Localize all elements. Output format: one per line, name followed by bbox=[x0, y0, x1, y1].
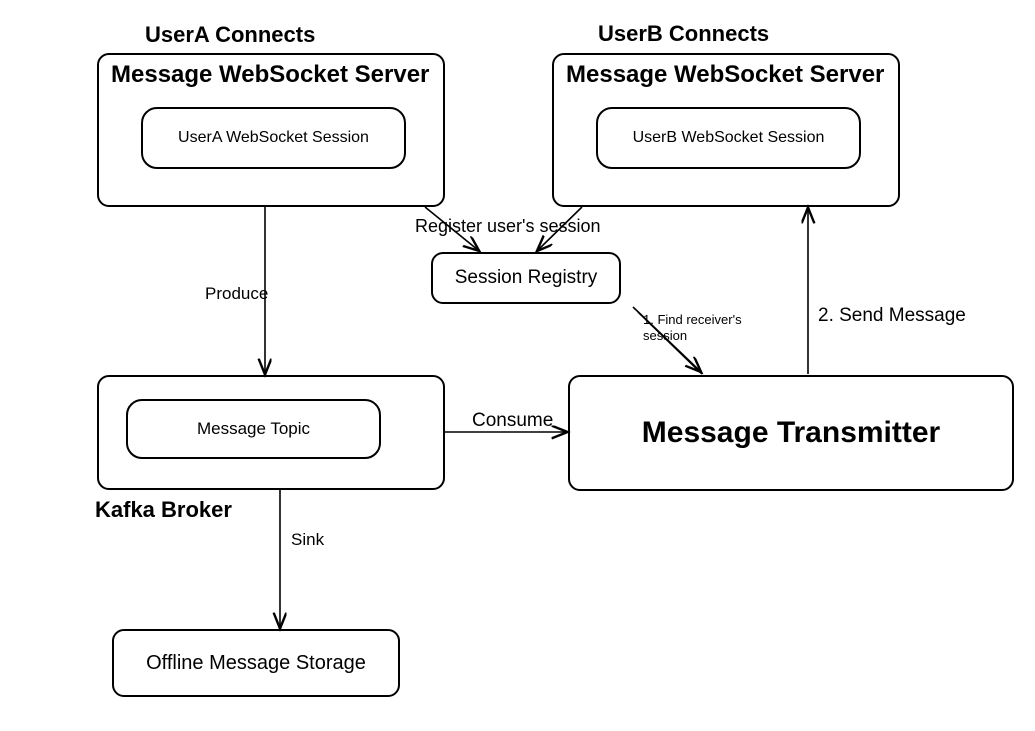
server-b-title: Message WebSocket Server bbox=[566, 61, 896, 89]
sink-label: Sink bbox=[291, 530, 324, 550]
message-transmitter-label: Message Transmitter bbox=[642, 416, 940, 450]
consume-label: Consume bbox=[472, 410, 553, 432]
message-transmitter-box: Message Transmitter bbox=[568, 375, 1014, 491]
session-registry-box: Session Registry bbox=[431, 252, 621, 304]
kafka-broker-box: Message Topic bbox=[97, 375, 445, 490]
server-a-title: Message WebSocket Server bbox=[111, 61, 441, 89]
produce-label: Produce bbox=[205, 284, 268, 304]
message-topic-label: Message Topic bbox=[197, 419, 310, 439]
user-a-session-box: UserA WebSocket Session bbox=[141, 107, 406, 169]
register-label: Register user's session bbox=[415, 216, 601, 237]
offline-storage-label: Offline Message Storage bbox=[146, 652, 366, 675]
send-message-label: 2. Send Message bbox=[818, 305, 966, 327]
find-receiver-label: 1. Find receiver's session bbox=[643, 312, 763, 343]
session-registry-label: Session Registry bbox=[455, 267, 598, 289]
user-b-header: UserB Connects bbox=[598, 21, 769, 47]
user-b-session-label: UserB WebSocket Session bbox=[633, 129, 825, 147]
user-a-session-label: UserA WebSocket Session bbox=[178, 129, 369, 147]
user-a-header: UserA Connects bbox=[145, 22, 315, 48]
server-a-box: Message WebSocket Server UserA WebSocket… bbox=[97, 53, 445, 207]
kafka-broker-label: Kafka Broker bbox=[95, 497, 232, 523]
message-topic-box: Message Topic bbox=[126, 399, 381, 459]
offline-storage-box: Offline Message Storage bbox=[112, 629, 400, 697]
user-b-session-box: UserB WebSocket Session bbox=[596, 107, 861, 169]
server-b-box: Message WebSocket Server UserB WebSocket… bbox=[552, 53, 900, 207]
